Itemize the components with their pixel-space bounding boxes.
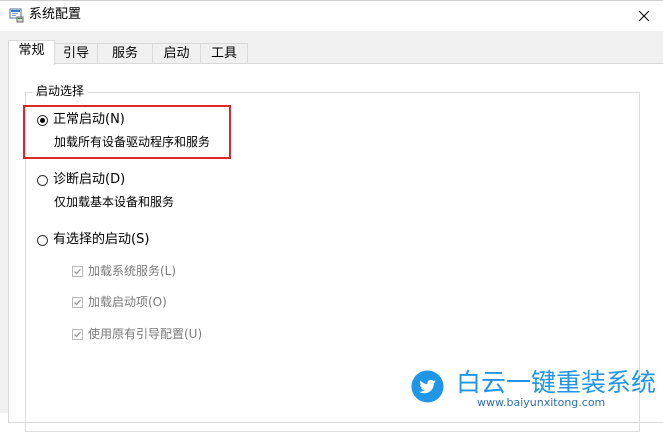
tab-boot-label: 引导 [62,46,89,61]
diagnostic-startup-description: 仅加载基本设备和服务 [54,195,175,209]
msconfig-app-icon [8,7,24,23]
tab-boot[interactable]: 引导 [54,43,98,64]
diagnostic-startup-radio[interactable]: 诊断启动(D) [37,172,125,188]
system-config-window: 系统配置 常规 引导 服务 启动 工具 启动选择 正常启动(N) 加载所有设备驱… [0,0,663,432]
tab-general-label: 常规 [18,43,45,58]
tab-general[interactable]: 常规 [8,40,55,65]
use-original-boot-config-checkbox[interactable]: 使用原有引导配置(U) [72,326,202,342]
radio-unselected-icon [37,234,48,246]
checkmark-icon [72,265,83,277]
window-title: 系统配置 [29,7,82,22]
tab-startup-label: 启动 [163,46,190,61]
watermark: 白云一键重装系统 www.baiyunxitong.com [401,363,663,414]
use-original-boot-config-label: 使用原有引导配置(U) [88,327,203,341]
checkmark-icon [72,296,83,308]
twitter-bird-logo-icon [411,370,444,403]
load-startup-items-label: 加载启动项(O) [88,295,167,309]
load-startup-items-checkbox[interactable]: 加载启动项(O) [72,294,167,310]
close-icon [638,10,650,22]
tab-services-label: 服务 [111,46,138,61]
selective-startup-radio[interactable]: 有选择的启动(S) [37,232,149,248]
title-bar: 系统配置 [0,1,663,31]
close-button[interactable] [624,1,663,31]
watermark-title: 白云一键重装系统 [456,368,657,397]
tab-tools-label: 工具 [210,46,237,61]
load-system-services-label: 加载系统服务(L) [88,264,177,278]
tab-tools[interactable]: 工具 [200,43,248,64]
watermark-url: www.baiyunxitong.com [477,396,606,409]
selective-startup-label: 有选择的启动(S) [53,232,150,247]
tab-services[interactable]: 服务 [97,43,153,64]
checkmark-icon [72,328,83,340]
radio-unselected-icon [37,174,48,186]
load-system-services-checkbox[interactable]: 加载系统服务(L) [72,263,176,279]
annotation-highlight-box [23,105,231,159]
diagnostic-startup-label: 诊断启动(D) [53,172,126,187]
tab-startup[interactable]: 启动 [152,43,201,64]
startup-selection-legend: 启动选择 [33,83,89,99]
